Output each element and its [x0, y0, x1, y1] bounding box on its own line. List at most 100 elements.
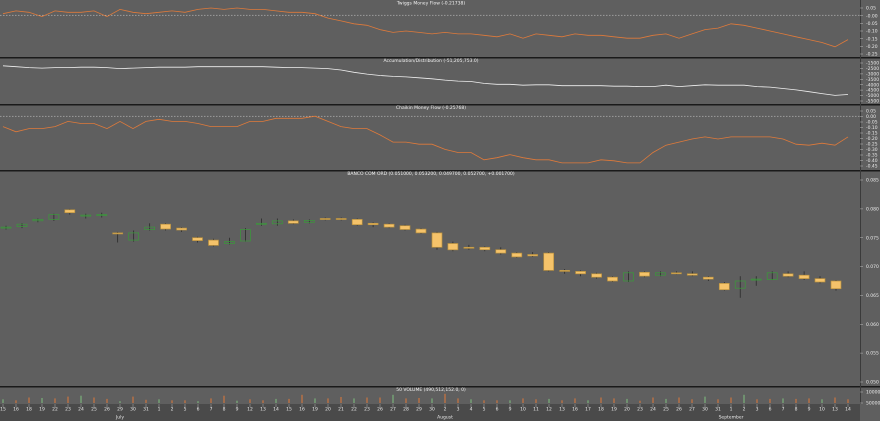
x-day-label: 6 [197, 407, 200, 413]
y-tick-label: -0.15 [866, 131, 878, 137]
x-day-label: 28 [403, 407, 409, 413]
x-day-label: 1 [730, 407, 733, 413]
volume-bar [353, 398, 355, 403]
candle-down [176, 227, 187, 231]
x-day-label: 23 [637, 407, 643, 413]
volume-bar [145, 399, 147, 403]
y-tick-label: -3000 [866, 72, 879, 78]
candle-down [447, 243, 459, 251]
x-day-label: 24 [650, 407, 656, 413]
y-tick-label: -2500 [866, 66, 879, 72]
volume-bar [704, 396, 706, 403]
candle-down [399, 225, 411, 230]
volume-bar [444, 393, 446, 403]
volume-bar [535, 399, 537, 403]
x-day-label: 26 [104, 407, 110, 413]
x-month-label: July [115, 415, 124, 421]
x-day-label: 5 [184, 407, 187, 413]
volume-bar [808, 398, 810, 403]
volume-bar [301, 394, 303, 404]
y-tick-label: 50000 [866, 401, 880, 407]
twiggs-panel-title: Twiggs Money Flow (-0.21738) [396, 1, 465, 7]
candle-down [367, 222, 379, 226]
candle-down [192, 237, 203, 241]
x-day-label: 6 [496, 407, 499, 413]
y-tick-label: 0.050 [866, 380, 879, 386]
y-tick-label: -4500 [866, 88, 879, 94]
x-day-label: 2 [171, 407, 174, 413]
y-tick-label: -0.20 [866, 44, 878, 50]
x-day-label: 7 [782, 407, 785, 413]
x-day-label: 26 [676, 407, 682, 413]
volume-bar [730, 397, 732, 403]
y-tick-label: -0.40 [866, 158, 878, 164]
x-day-label: 19 [312, 407, 318, 413]
x-month-label: August [437, 415, 453, 421]
volume-bar [795, 398, 797, 403]
x-day-label: 9 [808, 407, 811, 413]
volume-bar [743, 394, 745, 404]
x-day-label: 19 [611, 407, 617, 413]
y-tick-label: -0.45 [866, 164, 878, 170]
x-day-label: 14 [845, 407, 851, 413]
y-axis-divider [860, 0, 861, 404]
volume-bar [756, 399, 758, 403]
candle-down [559, 270, 571, 272]
x-day-label: 23 [364, 407, 370, 413]
y-tick-label: -0.05 [866, 21, 878, 27]
volume-bar [561, 400, 563, 404]
x-day-label: 13 [260, 407, 266, 413]
price-panel-title: BANCO COM ORD (0.051000, 0.053200, 0.049… [347, 171, 515, 177]
candle-down [495, 249, 507, 254]
x-day-label: 22 [351, 407, 357, 413]
x-day-label: 30 [130, 407, 136, 413]
x-day-label: 29 [416, 407, 422, 413]
candle-down [575, 271, 586, 275]
x-day-label: 2 [444, 407, 447, 413]
x-day-label: 30 [702, 407, 708, 413]
volume-bar [834, 397, 836, 403]
x-day-label: 16 [572, 407, 578, 413]
candle-down [543, 252, 555, 271]
y-tick-label: -0.35 [866, 153, 878, 159]
volume-bar [821, 399, 823, 403]
x-day-label: 25 [91, 407, 97, 413]
volume-bar [132, 396, 134, 403]
y-tick-label: -0.00 [866, 13, 878, 19]
volume-bar [587, 400, 589, 404]
candle-down [383, 223, 395, 228]
x-day-label: 31 [143, 407, 149, 413]
volume-bar [496, 400, 498, 404]
candle-down [431, 232, 443, 248]
ad-panel-title: Accumulation/Distribution (-51,205,753.0… [383, 58, 478, 64]
volume-bar [28, 397, 30, 403]
candle-down [702, 276, 714, 280]
volume-bar [67, 396, 69, 403]
candle-down [112, 232, 124, 235]
x-day-label: 5 [483, 407, 486, 413]
candle-down [814, 278, 826, 283]
volume-bar [626, 398, 628, 403]
y-tick-label: 0.070 [866, 264, 879, 270]
x-day-label: 31 [715, 407, 721, 413]
x-day-label: 6 [769, 407, 772, 413]
x-day-label: 29 [117, 407, 123, 413]
candle-down [160, 223, 171, 230]
candle-down [335, 218, 347, 220]
volume-bar [483, 400, 485, 404]
x-day-label: 9 [236, 407, 239, 413]
volume-bar [457, 398, 459, 403]
x-day-label: 20 [325, 407, 331, 413]
volume-bar [262, 400, 264, 404]
x-day-label: 27 [390, 407, 396, 413]
candle-down [607, 276, 618, 282]
volume-bar [574, 398, 576, 403]
y-tick-label: 0.05 [866, 6, 876, 12]
x-day-label: 8 [795, 407, 798, 413]
volume-bar [431, 398, 433, 403]
candle-down [351, 219, 363, 226]
volume-bar [639, 400, 641, 403]
volume-bar [80, 395, 82, 403]
y-tick-label: 0.055 [866, 351, 879, 357]
x-day-label: 25 [663, 407, 669, 413]
